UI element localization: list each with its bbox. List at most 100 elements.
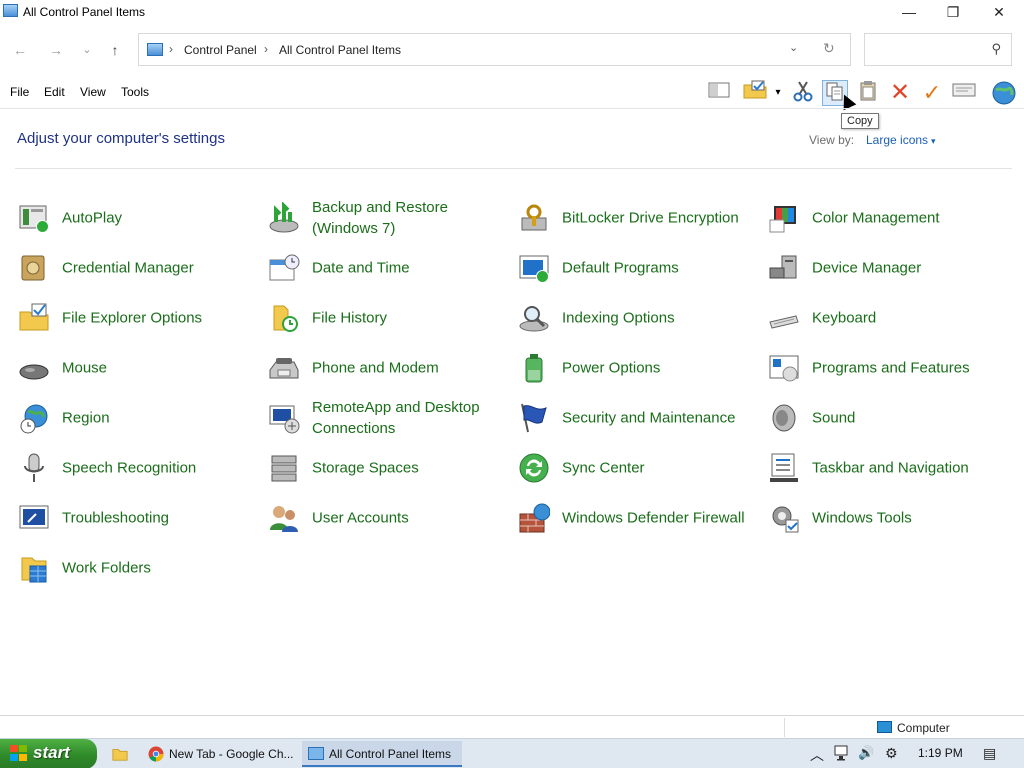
chevron-down-icon[interactable]: ▾ xyxy=(770,80,786,106)
item-storage-spaces[interactable]: Storage Spaces xyxy=(268,444,516,492)
item-troubleshooting[interactable]: Troubleshooting xyxy=(18,494,266,542)
item-region[interactable]: Region xyxy=(18,394,266,442)
address-bar[interactable]: › Control Panel › All Control Panel Item… xyxy=(138,33,851,66)
taskbar-icon xyxy=(768,452,800,484)
item-remoteapp[interactable]: RemoteApp and Desktop Connections xyxy=(268,394,516,442)
credential-icon xyxy=(18,252,50,284)
gear-tools-icon xyxy=(768,502,800,534)
item-mouse[interactable]: Mouse xyxy=(18,344,266,392)
network-icon[interactable] xyxy=(834,745,852,764)
item-file-history[interactable]: File History xyxy=(268,294,516,342)
close-button[interactable]: ✕ xyxy=(976,0,1022,26)
item-label: AutoPlay xyxy=(62,209,123,227)
item-date-time[interactable]: Date and Time xyxy=(268,244,516,292)
preview-pane-icon[interactable] xyxy=(706,80,732,106)
work-folders-icon xyxy=(18,552,50,584)
gear-icon[interactable]: ⚙ xyxy=(885,745,898,762)
item-credential-manager[interactable]: Credential Manager xyxy=(18,244,266,292)
header-divider xyxy=(15,168,1012,169)
show-hidden-icons-icon[interactable]: ︿ xyxy=(810,745,824,765)
item-indexing-options[interactable]: Indexing Options xyxy=(518,294,766,342)
windows-logo-icon xyxy=(10,745,28,762)
clock[interactable]: 1:19 PM xyxy=(918,746,963,760)
search-box[interactable]: ⚲ xyxy=(864,33,1012,66)
item-label: Speech Recognition xyxy=(62,459,197,477)
start-label: start xyxy=(33,743,70,762)
item-default-programs[interactable]: Default Programs xyxy=(518,244,766,292)
breadcrumb-all-items[interactable]: All Control Panel Items xyxy=(279,43,401,57)
properties-icon[interactable] xyxy=(951,80,977,106)
page-heading: Adjust your computer's settings xyxy=(17,130,225,147)
item-color-management[interactable]: Color Management xyxy=(768,194,1016,242)
item-windows-tools[interactable]: Windows Tools xyxy=(768,494,1016,542)
item-backup-restore[interactable]: Backup and Restore (Windows 7) xyxy=(268,194,516,242)
item-speech-recognition[interactable]: Speech Recognition xyxy=(18,444,266,492)
start-button[interactable]: start xyxy=(0,739,97,768)
item-autoplay[interactable]: AutoPlay xyxy=(18,194,266,242)
notification-icon[interactable]: ▤ xyxy=(983,745,996,762)
address-dropdown-icon[interactable]: ⌄ xyxy=(789,41,798,54)
item-phone-modem[interactable]: Phone and Modem xyxy=(268,344,516,392)
storage-icon xyxy=(268,452,300,484)
view-by-value: Large icons xyxy=(866,133,929,147)
item-label: Programs and Features xyxy=(812,359,970,377)
item-user-accounts[interactable]: User Accounts xyxy=(268,494,516,542)
task-label: All Control Panel Items xyxy=(329,747,452,761)
security-flag-icon xyxy=(518,402,550,434)
phone-icon xyxy=(268,352,300,384)
volume-icon[interactable]: 🔊 xyxy=(858,745,874,761)
item-label: File History xyxy=(312,309,388,327)
breadcrumb-control-panel[interactable]: Control Panel xyxy=(184,43,257,57)
item-file-explorer-options[interactable]: File Explorer Options xyxy=(18,294,266,342)
taskbar-chrome[interactable]: New Tab - Google Ch... xyxy=(142,741,296,767)
taskbar-control-panel[interactable]: All Control Panel Items xyxy=(302,741,462,767)
calendar-icon xyxy=(268,252,300,284)
globe-icon[interactable] xyxy=(991,80,1017,106)
item-device-manager[interactable]: Device Manager xyxy=(768,244,1016,292)
view-by-selector[interactable]: Large icons ▾ xyxy=(866,133,936,147)
forward-button[interactable]: → xyxy=(46,40,66,60)
item-keyboard[interactable]: Keyboard xyxy=(768,294,1016,342)
item-windows-firewall[interactable]: Windows Defender Firewall xyxy=(518,494,766,542)
item-taskbar-navigation[interactable]: Taskbar and Navigation xyxy=(768,444,1016,492)
delete-icon[interactable]: ✕ xyxy=(887,80,913,106)
checkmark-icon[interactable]: ✓ xyxy=(919,80,945,106)
recent-locations-button[interactable]: ⌄ xyxy=(77,40,97,60)
item-label: Default Programs xyxy=(562,259,679,277)
backup-icon xyxy=(268,201,300,234)
item-label: Taskbar and Navigation xyxy=(812,459,969,477)
item-label: Color Management xyxy=(812,209,940,227)
maximize-button[interactable]: ❐ xyxy=(930,0,976,26)
minimize-button[interactable]: — xyxy=(886,0,932,26)
view-by-label: View by: xyxy=(809,133,855,147)
item-bitlocker[interactable]: BitLocker Drive Encryption xyxy=(518,194,766,242)
search-icon[interactable]: ⚲ xyxy=(991,41,1001,57)
item-sync-center[interactable]: Sync Center xyxy=(518,444,766,492)
folder-options-icon[interactable] xyxy=(742,80,768,106)
folder-options-icon xyxy=(18,302,50,334)
item-label: Device Manager xyxy=(812,259,922,277)
refresh-icon[interactable]: ↻ xyxy=(823,40,835,57)
item-label: Keyboard xyxy=(812,309,877,327)
item-label: Sound xyxy=(812,409,856,427)
back-button[interactable]: ← xyxy=(10,40,30,60)
taskbar-file-explorer[interactable] xyxy=(108,741,134,767)
up-button[interactable]: ↑ xyxy=(105,40,125,60)
breadcrumb-separator: › xyxy=(169,42,173,56)
item-label: Windows Defender Firewall xyxy=(562,509,745,527)
chevron-down-icon: ▾ xyxy=(931,136,936,146)
region-icon xyxy=(18,402,50,434)
toolbar-divider xyxy=(0,108,1024,109)
item-programs-features[interactable]: Programs and Features xyxy=(768,344,1016,392)
item-work-folders[interactable]: Work Folders xyxy=(18,544,266,592)
item-power-options[interactable]: Power Options xyxy=(518,344,766,392)
paste-icon[interactable] xyxy=(855,80,881,106)
item-label: BitLocker Drive Encryption xyxy=(562,209,739,227)
item-label: Troubleshooting xyxy=(62,509,170,527)
color-management-icon xyxy=(768,202,800,234)
task-label: New Tab - Google Ch... xyxy=(169,747,294,761)
item-sound[interactable]: Sound xyxy=(768,394,1016,442)
item-security-maintenance[interactable]: Security and Maintenance xyxy=(518,394,766,442)
item-label: Storage Spaces xyxy=(312,459,419,477)
cut-icon[interactable] xyxy=(790,80,816,106)
